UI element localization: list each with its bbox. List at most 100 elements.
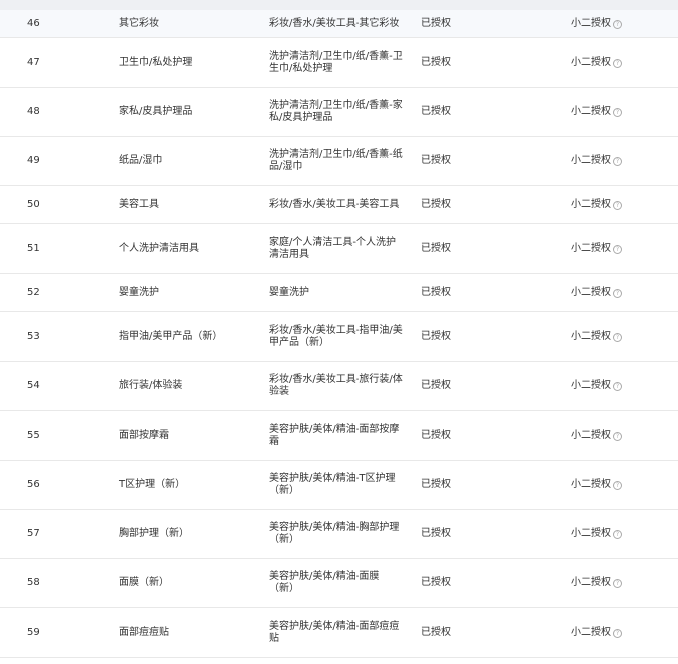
category-name: 面部痘痘贴 <box>119 627 169 638</box>
table-row[interactable]: 55 面部按摩霜 美容护肤/美体/精油-面部按摩霜 已授权 小二授权? <box>0 411 678 461</box>
category-path: 彩妆/香水/美妆工具-指甲油/美甲产品（新） <box>269 325 403 348</box>
table-row[interactable]: 48 家私/皮具护理品 洗护清洁剂/卫生巾/纸/香薰-家私/皮具护理品 已授权 小二授权… <box>0 88 678 137</box>
help-icon[interactable]: ? <box>613 59 622 68</box>
category-table: 46 其它彩妆 彩妆/香水/美妆工具-其它彩妆 已授权 小二授权? 47 卫生巾/私处护理洗… <box>0 0 678 658</box>
table-row[interactable]: 50 美容工具 彩妆/香水/美妆工具-美容工具 已授权 小二授权? <box>0 186 678 224</box>
auth-type: 小二授权? <box>571 479 622 491</box>
row-index: 56 <box>27 479 40 490</box>
auth-status: 已授权 <box>421 380 451 391</box>
auth-type: 小二授权? <box>571 57 622 69</box>
row-index: 58 <box>27 577 40 588</box>
auth-status: 已授权 <box>421 243 451 254</box>
category-name: 卫生巾/私处护理 <box>119 57 193 68</box>
help-icon[interactable]: ? <box>613 108 622 117</box>
help-icon[interactable]: ? <box>613 20 622 29</box>
auth-status: 已授权 <box>421 528 451 539</box>
auth-status: 已授权 <box>421 627 451 638</box>
row-index: 49 <box>27 155 40 166</box>
category-name: 旅行装/体验装 <box>119 380 183 391</box>
category-name: 婴童洗护 <box>119 287 159 298</box>
category-path: 美容护肤/美体/精油-胸部护理（新） <box>269 522 400 545</box>
table-row[interactable]: 59 面部痘痘贴 美容护肤/美体/精油-面部痘痘贴 已授权 小二授权? <box>0 608 678 658</box>
auth-type-label: 小二授权 <box>571 243 611 254</box>
category-name: 纸品/湿巾 <box>119 155 163 166</box>
table-row[interactable]: 58 面膜（新） 美容护肤/美体/精油-面膜（新） 已授权 小二授权? <box>0 559 678 608</box>
category-path: 美容护肤/美体/精油-面部按摩霜 <box>269 424 400 447</box>
auth-type-label: 小二授权 <box>571 331 611 342</box>
auth-status: 已授权 <box>421 155 451 166</box>
help-icon[interactable]: ? <box>613 245 622 254</box>
category-path: 彩妆/香水/美妆工具-美容工具 <box>269 199 400 210</box>
auth-type: 小二授权? <box>571 627 622 639</box>
table-row[interactable]: 46 其它彩妆 彩妆/香水/美妆工具-其它彩妆 已授权 小二授权? <box>0 10 678 38</box>
help-icon[interactable]: ? <box>613 629 622 638</box>
row-index: 55 <box>27 430 40 441</box>
help-icon[interactable]: ? <box>613 289 622 298</box>
auth-status: 已授权 <box>421 57 451 68</box>
row-index: 53 <box>27 331 40 342</box>
category-path: 洗护清洁剂/卫生巾/纸/香薰-卫生巾/私处护理 <box>269 51 403 74</box>
row-index: 46 <box>27 18 40 29</box>
help-icon[interactable]: ? <box>613 579 622 588</box>
table-top-strip <box>0 0 678 10</box>
auth-type-label: 小二授权 <box>571 287 611 298</box>
auth-type-label: 小二授权 <box>571 479 611 490</box>
table-row[interactable]: 54 旅行装/体验装 彩妆/香水/美妆工具-旅行装/体验装 已授权 小二授权? <box>0 362 678 411</box>
row-index: 57 <box>27 528 40 539</box>
category-name: 家私/皮具护理品 <box>119 106 193 117</box>
auth-type: 小二授权? <box>571 199 622 211</box>
category-name: 个人洗护清洁用具 <box>119 243 199 254</box>
table-body: 46 其它彩妆 彩妆/香水/美妆工具-其它彩妆 已授权 小二授权? 47 卫生巾/私处护理洗… <box>0 10 678 658</box>
help-icon[interactable]: ? <box>613 333 622 342</box>
auth-status: 已授权 <box>421 430 451 441</box>
auth-type-label: 小二授权 <box>571 528 611 539</box>
help-icon[interactable]: ? <box>613 382 622 391</box>
table-row[interactable]: 49 纸品/湿巾 洗护清洁剂/卫生巾/纸/香薰-纸品/湿巾 已授权 小二授权? <box>0 137 678 186</box>
category-name: 美容工具 <box>119 199 159 210</box>
help-icon[interactable]: ? <box>613 157 622 166</box>
table-row[interactable]: 53 指甲油/美甲产品（新） 彩妆/香水/美妆工具-指甲油/美甲产品（新） 已授权 小二… <box>0 312 678 362</box>
category-path: 洗护清洁剂/卫生巾/纸/香薰-家私/皮具护理品 <box>269 100 403 123</box>
auth-type: 小二授权? <box>571 430 622 442</box>
row-index: 59 <box>27 627 40 638</box>
auth-type-label: 小二授权 <box>571 199 611 210</box>
row-index: 52 <box>27 287 40 298</box>
auth-status: 已授权 <box>421 287 451 298</box>
category-path: 美容护肤/美体/精油-面膜（新） <box>269 571 380 594</box>
auth-type-label: 小二授权 <box>571 380 611 391</box>
auth-type-label: 小二授权 <box>571 627 611 638</box>
category-name: 面部按摩霜 <box>119 430 169 441</box>
auth-status: 已授权 <box>421 577 451 588</box>
auth-type: 小二授权? <box>571 106 622 118</box>
auth-type: 小二授权? <box>571 243 622 255</box>
category-name: 面膜（新） <box>119 577 169 588</box>
help-icon[interactable]: ? <box>613 201 622 210</box>
auth-status: 已授权 <box>421 331 451 342</box>
category-path: 洗护清洁剂/卫生巾/纸/香薰-纸品/湿巾 <box>269 149 403 172</box>
auth-type-label: 小二授权 <box>571 430 611 441</box>
table-row[interactable]: 52 婴童洗护 婴童洗护 已授权 小二授权? <box>0 274 678 312</box>
row-index: 47 <box>27 57 40 68</box>
auth-type: 小二授权? <box>571 155 622 167</box>
row-index: 54 <box>27 380 40 391</box>
auth-type-label: 小二授权 <box>571 18 611 29</box>
auth-type: 小二授权? <box>571 331 622 343</box>
table-row[interactable]: 57 胸部护理（新） 美容护肤/美体/精油-胸部护理（新） 已授权 小二授权? <box>0 510 678 559</box>
help-icon[interactable]: ? <box>613 481 622 490</box>
category-path: 美容护肤/美体/精油-面部痘痘贴 <box>269 621 400 644</box>
category-path: 家庭/个人清洁工具-个人洗护清洁用具 <box>269 237 396 260</box>
table-row[interactable]: 51 个人洗护清洁用具 家庭/个人清洁工具-个人洗护清洁用具 已授权 小二授权? <box>0 224 678 274</box>
table-row[interactable]: 47 卫生巾/私处护理 洗护清洁剂/卫生巾/纸/香薰-卫生巾/私处护理 已授权 小二授权… <box>0 38 678 88</box>
row-index: 50 <box>27 199 40 210</box>
auth-type: 小二授权? <box>571 528 622 540</box>
help-icon[interactable]: ? <box>613 432 622 441</box>
auth-type: 小二授权? <box>571 380 622 392</box>
auth-type: 小二授权? <box>571 287 622 299</box>
row-index: 48 <box>27 106 40 117</box>
category-name: 其它彩妆 <box>119 18 159 29</box>
help-icon[interactable]: ? <box>613 530 622 539</box>
auth-type-label: 小二授权 <box>571 106 611 117</box>
table-row[interactable]: 56 T区护理（新） 美容护肤/美体/精油-T区护理（新） 已授权 小二授权? <box>0 461 678 510</box>
auth-status: 已授权 <box>421 18 451 29</box>
auth-type-label: 小二授权 <box>571 155 611 166</box>
